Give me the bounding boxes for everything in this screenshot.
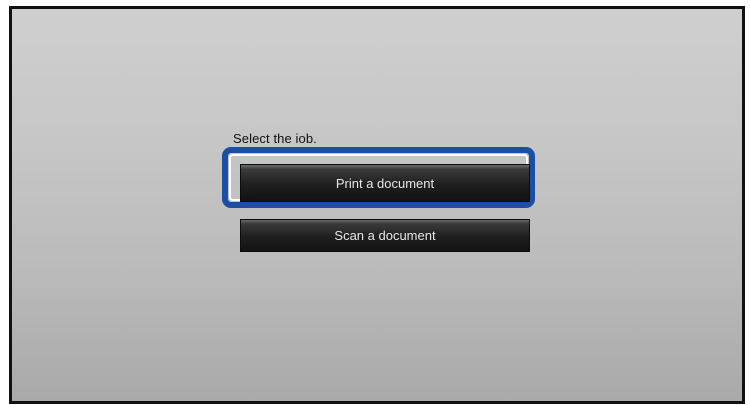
scan-document-button[interactable]: Scan a document — [240, 219, 530, 252]
prompt-text: Select the iob. — [233, 131, 317, 146]
device-screen: Select the iob. Print a document Scan a … — [9, 6, 745, 404]
print-document-button[interactable]: Print a document — [240, 164, 530, 202]
